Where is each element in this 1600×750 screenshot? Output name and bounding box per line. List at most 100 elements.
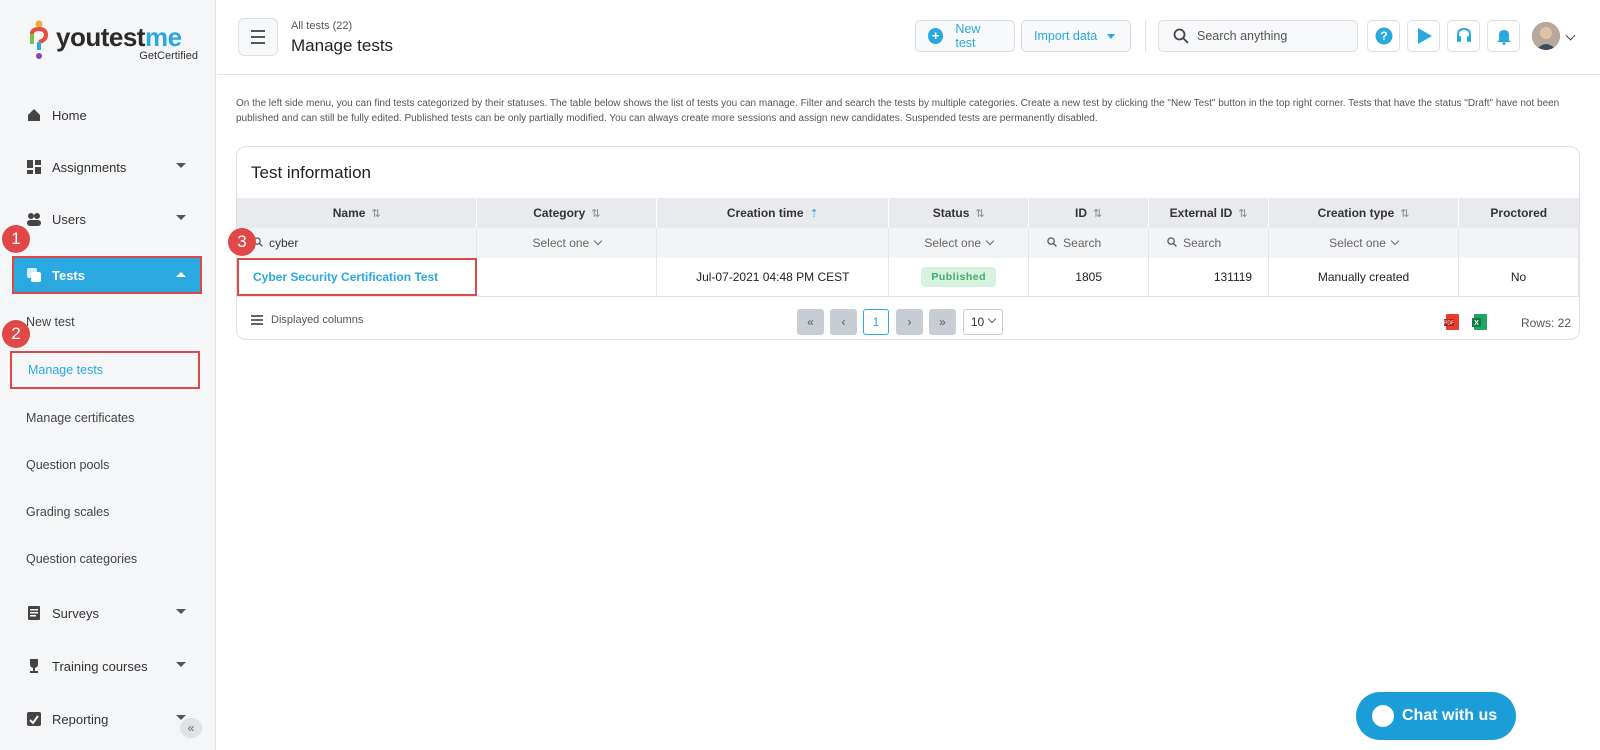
global-search-input[interactable]: Search anything [1158, 20, 1358, 52]
notifications-button[interactable] [1487, 20, 1520, 52]
chevron-up-icon [176, 272, 186, 277]
sidebar-subitem-grading-scales[interactable]: Grading scales [14, 494, 200, 530]
column-header-creation-type[interactable]: Creation type ⇅ [1268, 198, 1459, 228]
sidebar-subitem-new-test[interactable]: New test [14, 304, 200, 340]
test-name-link[interactable]: Cyber Security Certification Test [237, 258, 478, 297]
column-header-category[interactable]: Category ⇅ [476, 198, 658, 228]
column-header-name[interactable]: Name ⇅ [237, 198, 478, 228]
new-test-button[interactable]: + New test [915, 20, 1015, 52]
help-icon: ? [1375, 27, 1392, 45]
next-page-button[interactable]: › [896, 309, 923, 335]
sidebar-item-label: Tests [52, 267, 85, 283]
category-filter-select[interactable]: Select one [476, 228, 658, 258]
surveys-icon [28, 606, 40, 620]
sort-icon: ⇅ [1400, 208, 1410, 220]
hamburger-menu-button[interactable] [238, 18, 278, 56]
displayed-columns-label: Displayed columns [271, 314, 364, 326]
id-filter-input[interactable]: Search [1028, 228, 1150, 258]
export-excel-icon[interactable]: X [1471, 313, 1489, 331]
sidebar-item-training-courses[interactable]: Training courses [14, 648, 200, 684]
chat-with-us-button[interactable]: Chat with us [1356, 692, 1516, 740]
sort-ascending-icon: ⇡ [809, 208, 819, 220]
breadcrumb[interactable]: All tests (22) [291, 20, 352, 32]
sidebar-subitem-manage-tests[interactable]: Manage tests [10, 351, 200, 389]
last-page-button[interactable]: » [929, 309, 956, 335]
annotation-badge: 1 [2, 225, 30, 253]
status-filter-select[interactable]: Select one [888, 228, 1030, 258]
chevron-down-icon [1107, 33, 1116, 39]
svg-text:?: ? [1380, 29, 1387, 43]
chevron-down-icon [987, 314, 997, 324]
displayed-columns-button[interactable]: Displayed columns [251, 314, 363, 326]
search-icon [1167, 237, 1177, 247]
creation-type-filter-select[interactable]: Select one [1268, 228, 1459, 258]
chevron-down-icon[interactable] [1565, 30, 1576, 41]
column-header-proctored: Proctored [1458, 198, 1579, 228]
column-header-creation-time[interactable]: Creation time ⇡ [656, 198, 890, 228]
bell-icon [1496, 30, 1511, 45]
sidebar-subitem-label: New test [26, 315, 75, 329]
user-avatar[interactable] [1532, 22, 1560, 50]
sidebar-item-label: Assignments [52, 159, 127, 175]
play-icon [1417, 28, 1432, 44]
sidebar-item-home[interactable]: Home [14, 97, 200, 133]
sidebar-collapse-button[interactable]: « [180, 718, 202, 738]
search-icon [1047, 237, 1057, 247]
first-page-button[interactable]: « [797, 309, 824, 335]
search-placeholder: Search anything [1197, 29, 1288, 43]
sidebar-item-surveys[interactable]: Surveys [14, 595, 200, 631]
previous-page-button[interactable]: ‹ [830, 309, 857, 335]
new-test-label: New test [955, 22, 981, 50]
sidebar-item-users[interactable]: Users [14, 201, 200, 237]
category-cell [476, 258, 658, 297]
import-data-button[interactable]: Import data [1021, 20, 1131, 52]
annotation-badge: 3 [228, 228, 256, 256]
top-header: All tests (22) Manage tests + New test I… [217, 0, 1600, 75]
help-button[interactable]: ? [1367, 20, 1400, 52]
creation-time-filter[interactable] [656, 228, 890, 258]
table-row[interactable]: Cyber Security Certification Test Jul-07… [237, 258, 1580, 297]
chevron-down-icon [176, 662, 186, 667]
headset-icon [1456, 27, 1471, 42]
sidebar-subitem-label: Grading scales [26, 505, 110, 519]
import-data-label: Import data [1034, 29, 1098, 43]
chevron-down-icon [985, 236, 995, 246]
support-button[interactable] [1447, 20, 1480, 52]
logo[interactable]: youtestme GetCertified [28, 18, 198, 62]
sidebar-item-reporting[interactable]: Reporting [14, 701, 200, 737]
id-cell: 1805 [1028, 258, 1150, 297]
card-title: Test information [251, 163, 371, 182]
chevron-down-icon [176, 215, 186, 220]
header-divider [1145, 20, 1146, 52]
export-pdf-icon[interactable]: PDF [1443, 313, 1461, 331]
rows-count: Rows: 22 [1520, 316, 1571, 330]
sidebar-subitem-question-categories[interactable]: Question categories [14, 541, 200, 577]
page-number-button[interactable]: 1 [863, 309, 889, 335]
sidebar-subitem-label: Question categories [26, 552, 138, 566]
external-id-filter-input[interactable]: Search [1148, 228, 1270, 258]
dashboard-icon [27, 160, 41, 174]
column-header-id[interactable]: ID ⇅ [1028, 198, 1150, 228]
column-header-status[interactable]: Status ⇅ [888, 198, 1030, 228]
chevron-down-icon [176, 609, 186, 614]
status-cell: Published [888, 258, 1030, 297]
sidebar-subitem-question-pools[interactable]: Question pools [14, 447, 200, 483]
sidebar-item-tests[interactable]: Tests [12, 256, 202, 294]
name-filter-input[interactable]: cyber [237, 228, 478, 258]
sort-icon: ⇅ [591, 208, 601, 220]
search-icon [1173, 28, 1189, 44]
page-size-select[interactable]: 10 [963, 309, 1003, 335]
column-header-external-id[interactable]: External ID ⇅ [1148, 198, 1270, 228]
logo-text: youtestme [56, 22, 182, 52]
proctored-filter [1458, 228, 1580, 258]
sidebar-subitem-manage-certificates[interactable]: Manage certificates [14, 400, 200, 436]
sidebar-item-label: Surveys [52, 605, 99, 621]
play-tutorial-button[interactable] [1407, 20, 1440, 52]
svg-text:PDF: PDF [1444, 321, 1454, 327]
sidebar-item-assignments[interactable]: Assignments [14, 149, 200, 185]
page-title: Manage tests [291, 36, 394, 55]
sidebar-item-label: Home [52, 107, 87, 123]
logo-mark-icon [30, 20, 49, 59]
sidebar-subitem-label: Manage tests [28, 363, 104, 377]
chevron-down-icon [593, 236, 603, 246]
